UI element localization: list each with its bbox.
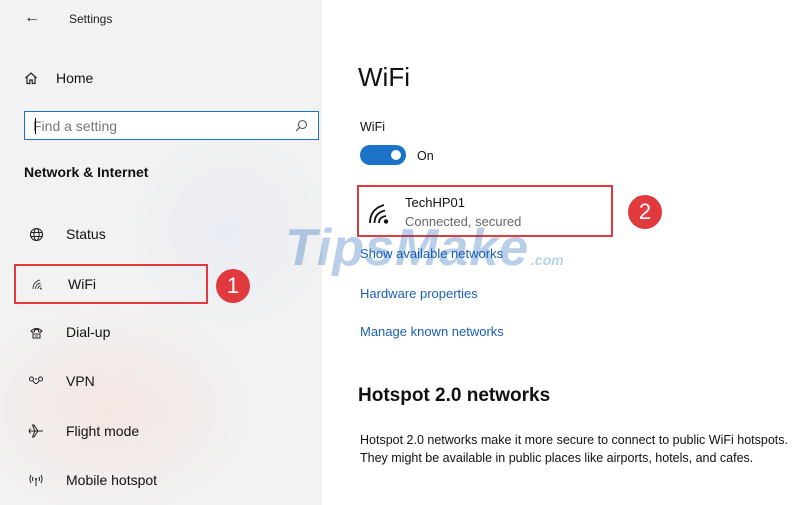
window-title: Settings: [69, 12, 113, 26]
section-title: Network & Internet: [24, 164, 149, 180]
home-icon: [25, 72, 37, 85]
airplane-icon: [24, 423, 48, 439]
globe-icon: [24, 227, 48, 242]
title-bar: ← Settings: [0, 0, 322, 40]
main-panel: WiFi WiFi On TechHP01 Connected, secured…: [322, 0, 802, 505]
wifi-icon: [26, 277, 50, 291]
sidebar: ← Settings Home Network & Internet Statu…: [0, 0, 322, 505]
sidebar-item-label: Mobile hotspot: [66, 472, 158, 488]
hotspot-section-title: Hotspot 2.0 networks: [358, 385, 551, 406]
sidebar-item-label: VPN: [66, 373, 95, 389]
back-arrow-icon[interactable]: ←: [24, 9, 40, 27]
hardware-properties-link[interactable]: Hardware properties: [360, 286, 478, 301]
home-nav-item[interactable]: Home: [24, 66, 93, 90]
hotspot-description: Hotspot 2.0 networks make it more secure…: [360, 433, 788, 465]
sidebar-item-vpn[interactable]: VPN: [14, 361, 208, 401]
text-caret: [35, 118, 36, 134]
manage-known-networks-link[interactable]: Manage known networks: [360, 324, 504, 339]
hotspot-icon: [24, 473, 48, 487]
toggle-knob: [391, 150, 401, 160]
sidebar-item-flight-mode[interactable]: Flight mode: [14, 411, 208, 451]
page-title: WiFi: [358, 62, 410, 92]
connected-network[interactable]: TechHP01 Connected, secured: [357, 185, 613, 237]
wifi-toggle-switch[interactable]: [360, 145, 406, 165]
annotation-badge-2: 2: [628, 195, 662, 229]
phone-icon: [24, 325, 48, 340]
sidebar-item-wifi[interactable]: WiFi: [14, 264, 208, 304]
search-input[interactable]: [33, 117, 283, 135]
annotation-badge-1: 1: [216, 269, 250, 303]
sidebar-item-status[interactable]: Status: [14, 214, 208, 254]
sidebar-item-label: WiFi: [68, 276, 96, 292]
sidebar-item-dial-up[interactable]: Dial-up: [14, 312, 208, 352]
sidebar-item-mobile-hotspot[interactable]: Mobile hotspot: [14, 460, 208, 500]
wifi-signal-icon: [369, 204, 389, 224]
network-status: Connected, secured: [405, 214, 522, 229]
wifi-toggle-state: On: [417, 149, 434, 163]
wifi-toggle-label: WiFi: [360, 120, 385, 134]
vpn-icon: [24, 375, 48, 387]
search-box[interactable]: [24, 111, 319, 140]
network-name: TechHP01: [405, 195, 465, 210]
home-label: Home: [56, 70, 94, 86]
show-available-networks-link[interactable]: Show available networks: [360, 246, 503, 261]
sidebar-item-label: Dial-up: [66, 324, 111, 340]
sidebar-item-label: Flight mode: [66, 423, 140, 439]
sidebar-item-label: Status: [66, 226, 106, 242]
search-icon[interactable]: [295, 119, 308, 132]
